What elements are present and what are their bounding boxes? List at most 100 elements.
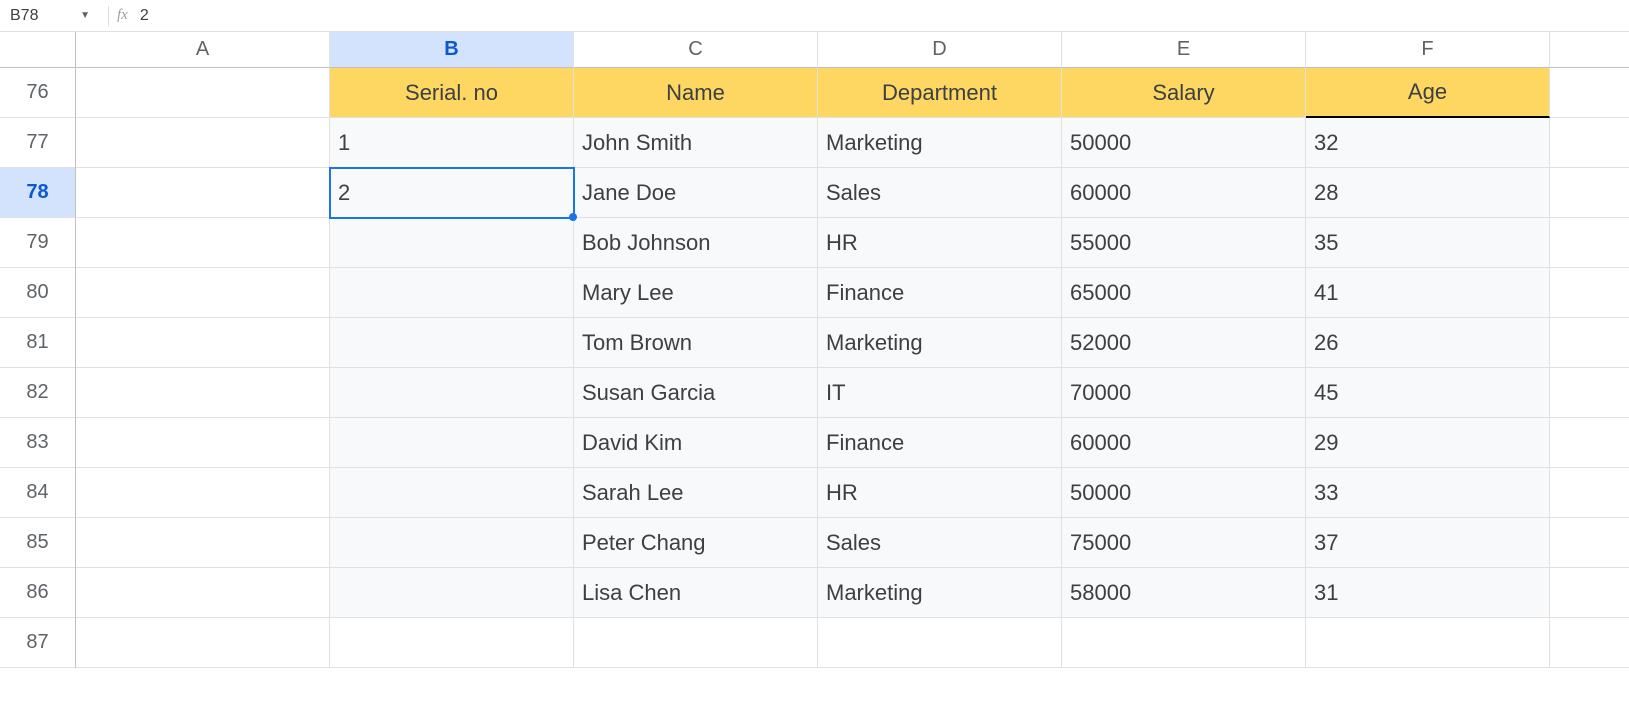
cell-c80[interactable]: Mary Lee: [574, 268, 818, 318]
cell-a82[interactable]: [76, 368, 330, 418]
cell-b76[interactable]: Serial. no: [330, 68, 574, 118]
cell-a85[interactable]: [76, 518, 330, 568]
column-header-a[interactable]: A: [76, 32, 330, 68]
cell-d78[interactable]: Sales: [818, 168, 1062, 218]
cell-extra84[interactable]: [1550, 468, 1629, 518]
cell-extra77[interactable]: [1550, 118, 1629, 168]
cell-extra81[interactable]: [1550, 318, 1629, 368]
cell-a80[interactable]: [76, 268, 330, 318]
cell-f78[interactable]: 28: [1306, 168, 1550, 218]
cell-b83[interactable]: [330, 418, 574, 468]
cell-extra78[interactable]: [1550, 168, 1629, 218]
cell-c86[interactable]: Lisa Chen: [574, 568, 818, 618]
cell-e82[interactable]: 70000: [1062, 368, 1306, 418]
cell-extra85[interactable]: [1550, 518, 1629, 568]
cell-e84[interactable]: 50000: [1062, 468, 1306, 518]
cell-a76[interactable]: [76, 68, 330, 118]
chevron-down-icon[interactable]: ▼: [80, 10, 90, 21]
row-header-86[interactable]: 86: [0, 568, 76, 618]
cell-e87[interactable]: [1062, 618, 1306, 668]
column-header-f[interactable]: F: [1306, 32, 1550, 68]
cell-d82[interactable]: IT: [818, 368, 1062, 418]
cell-f76[interactable]: Age: [1306, 68, 1550, 118]
cell-a78[interactable]: [76, 168, 330, 218]
cell-c78[interactable]: Jane Doe: [574, 168, 818, 218]
row-header-87[interactable]: 87: [0, 618, 76, 668]
cell-extra83[interactable]: [1550, 418, 1629, 468]
cell-d76[interactable]: Department: [818, 68, 1062, 118]
cell-c79[interactable]: Bob Johnson: [574, 218, 818, 268]
cell-f77[interactable]: 32: [1306, 118, 1550, 168]
cell-e86[interactable]: 58000: [1062, 568, 1306, 618]
formula-input[interactable]: 2: [140, 7, 149, 25]
cell-e80[interactable]: 65000: [1062, 268, 1306, 318]
cell-c76[interactable]: Name: [574, 68, 818, 118]
cell-d79[interactable]: HR: [818, 218, 1062, 268]
row-header-85[interactable]: 85: [0, 518, 76, 568]
cell-extra82[interactable]: [1550, 368, 1629, 418]
column-header-e[interactable]: E: [1062, 32, 1306, 68]
row-header-78[interactable]: 78: [0, 168, 76, 218]
cell-e81[interactable]: 52000: [1062, 318, 1306, 368]
cell-a84[interactable]: [76, 468, 330, 518]
cell-f82[interactable]: 45: [1306, 368, 1550, 418]
cell-b84[interactable]: [330, 468, 574, 518]
cell-c77[interactable]: John Smith: [574, 118, 818, 168]
cell-b79[interactable]: [330, 218, 574, 268]
row-header-81[interactable]: 81: [0, 318, 76, 368]
cell-d77[interactable]: Marketing: [818, 118, 1062, 168]
cell-b82[interactable]: [330, 368, 574, 418]
cell-c82[interactable]: Susan Garcia: [574, 368, 818, 418]
cell-e79[interactable]: 55000: [1062, 218, 1306, 268]
row-header-80[interactable]: 80: [0, 268, 76, 318]
cell-c83[interactable]: David Kim: [574, 418, 818, 468]
cell-d84[interactable]: HR: [818, 468, 1062, 518]
cell-b81[interactable]: [330, 318, 574, 368]
cell-c85[interactable]: Peter Chang: [574, 518, 818, 568]
cell-b80[interactable]: [330, 268, 574, 318]
fx-icon[interactable]: fx: [117, 7, 128, 24]
cell-a83[interactable]: [76, 418, 330, 468]
cell-d86[interactable]: Marketing: [818, 568, 1062, 618]
cell-extra87[interactable]: [1550, 618, 1629, 668]
cell-d80[interactable]: Finance: [818, 268, 1062, 318]
cell-f85[interactable]: 37: [1306, 518, 1550, 568]
cell-e83[interactable]: 60000: [1062, 418, 1306, 468]
cell-b77[interactable]: 1: [330, 118, 574, 168]
cell-c84[interactable]: Sarah Lee: [574, 468, 818, 518]
cell-e85[interactable]: 75000: [1062, 518, 1306, 568]
column-header-b[interactable]: B: [330, 32, 574, 68]
cell-c81[interactable]: Tom Brown: [574, 318, 818, 368]
column-header-c[interactable]: C: [574, 32, 818, 68]
cell-f87[interactable]: [1306, 618, 1550, 668]
cell-extra79[interactable]: [1550, 218, 1629, 268]
cell-f84[interactable]: 33: [1306, 468, 1550, 518]
cell-a79[interactable]: [76, 218, 330, 268]
cell-a81[interactable]: [76, 318, 330, 368]
cell-e77[interactable]: 50000: [1062, 118, 1306, 168]
cell-b85[interactable]: [330, 518, 574, 568]
cell-e76[interactable]: Salary: [1062, 68, 1306, 118]
row-header-83[interactable]: 83: [0, 418, 76, 468]
cell-d87[interactable]: [818, 618, 1062, 668]
cell-b87[interactable]: [330, 618, 574, 668]
cell-c87[interactable]: [574, 618, 818, 668]
cell-d85[interactable]: Sales: [818, 518, 1062, 568]
cell-d83[interactable]: Finance: [818, 418, 1062, 468]
cell-extra86[interactable]: [1550, 568, 1629, 618]
cell-e78[interactable]: 60000: [1062, 168, 1306, 218]
cell-extra76[interactable]: [1550, 68, 1629, 118]
cell-d81[interactable]: Marketing: [818, 318, 1062, 368]
row-header-77[interactable]: 77: [0, 118, 76, 168]
cell-b78[interactable]: 2: [330, 168, 574, 218]
row-header-79[interactable]: 79: [0, 218, 76, 268]
select-all-corner[interactable]: [0, 32, 76, 68]
cell-a77[interactable]: [76, 118, 330, 168]
cell-b86[interactable]: [330, 568, 574, 618]
cell-f80[interactable]: 41: [1306, 268, 1550, 318]
cell-a86[interactable]: [76, 568, 330, 618]
cell-f79[interactable]: 35: [1306, 218, 1550, 268]
cell-f86[interactable]: 31: [1306, 568, 1550, 618]
row-header-76[interactable]: 76: [0, 68, 76, 118]
cell-extra80[interactable]: [1550, 268, 1629, 318]
